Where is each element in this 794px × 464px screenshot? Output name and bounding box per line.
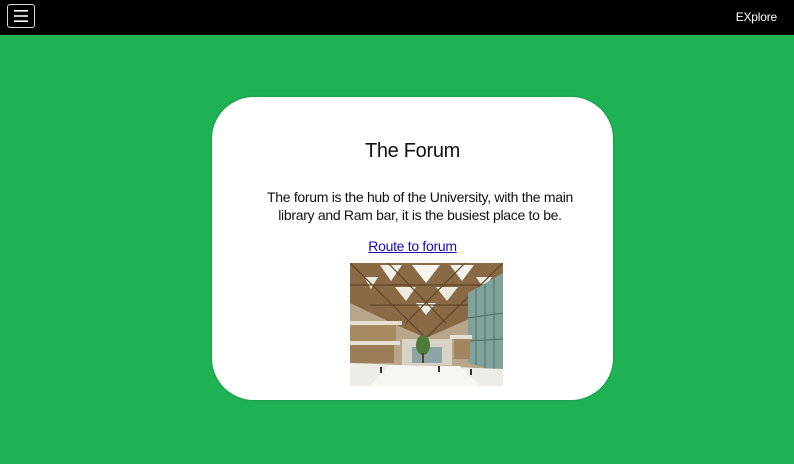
menu-toggle-button[interactable] xyxy=(7,4,35,28)
card-description: The forum is the hub of the University, … xyxy=(267,189,573,223)
navbar: EXplore xyxy=(0,0,794,35)
brand-link[interactable]: EXplore xyxy=(736,10,777,24)
card-title: The Forum xyxy=(364,140,461,162)
forum-atrium-photo xyxy=(350,263,503,386)
location-card: The Forum The forum is the hub of the Un… xyxy=(212,97,613,400)
hamburger-menu-icon xyxy=(14,10,28,22)
route-to-forum-link[interactable]: Route to forum xyxy=(212,238,613,254)
